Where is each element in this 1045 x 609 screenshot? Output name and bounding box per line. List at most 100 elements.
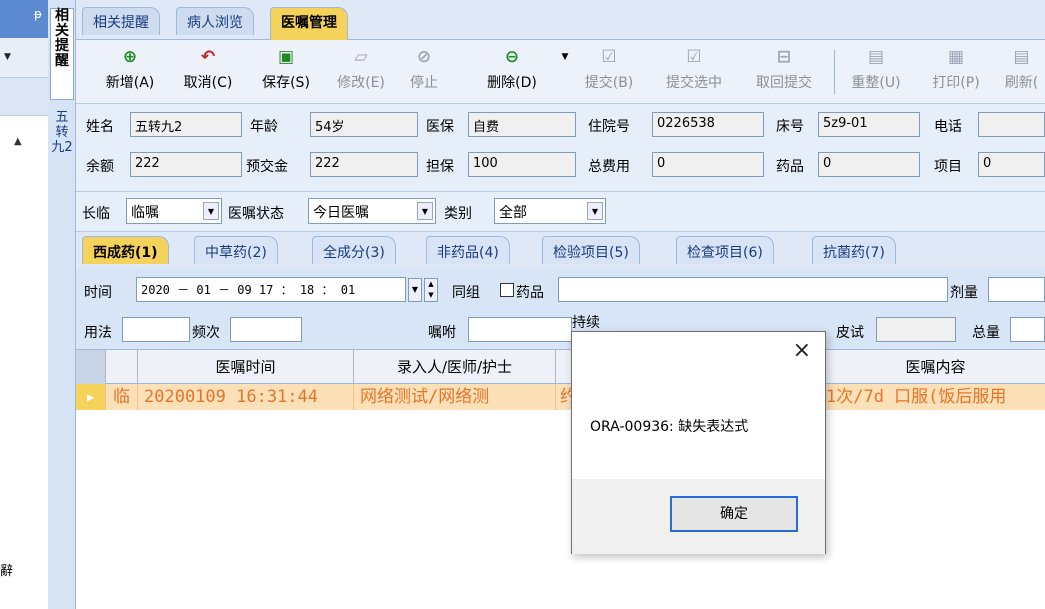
- pin-icon[interactable]: ᵽ: [34, 7, 42, 21]
- left-panel-header: ᵽ: [0, 0, 48, 38]
- grid-col-content[interactable]: 医嘱内容: [826, 350, 1045, 384]
- row-time: 20200109 16:31:44: [138, 384, 354, 410]
- stop-button[interactable]: ⊘ 停止: [402, 46, 446, 100]
- delete-dropdown-icon[interactable]: ▼: [558, 46, 572, 100]
- modify-button[interactable]: ▱ 修改(E): [328, 46, 394, 100]
- dose-input[interactable]: [988, 277, 1045, 302]
- vtab-reminders[interactable]: 相关提醒: [50, 8, 74, 100]
- bed-field[interactable]: 5z9-01: [818, 112, 920, 137]
- left-panel-text: 辭: [0, 564, 14, 579]
- freq-input[interactable]: [230, 317, 302, 342]
- drug-input[interactable]: [558, 277, 948, 302]
- skin-input[interactable]: [876, 317, 956, 342]
- grid-col-person[interactable]: 录入人/医师/护士: [354, 350, 556, 384]
- row-person: 网络测试/网络测: [354, 384, 556, 410]
- vtab-patient[interactable]: 五转九2: [50, 110, 74, 190]
- filter-bar: 长临 临嘱 ▼ 医嘱状态 今日医嘱 ▼ 类别 全部 ▼: [76, 192, 1045, 232]
- error-dialog: × ORA-00936: 缺失表达式 确定: [571, 331, 826, 554]
- delete-icon: ⊖: [504, 47, 520, 67]
- total-field[interactable]: 0: [652, 152, 764, 177]
- total-amount-input[interactable]: [1010, 317, 1045, 342]
- phone-field[interactable]: [978, 112, 1045, 137]
- drug-field[interactable]: 0: [818, 152, 920, 177]
- left-panel-dropdown[interactable]: ▼: [0, 38, 48, 78]
- subtab-antibiotic[interactable]: 抗菌药(7): [812, 236, 896, 264]
- new-button[interactable]: ⊕ 新增(A): [96, 46, 164, 100]
- balance-label: 余额: [86, 159, 114, 175]
- tab-orders[interactable]: 医嘱管理: [270, 7, 348, 40]
- category-label: 类别: [444, 206, 472, 222]
- instruct-input[interactable]: [468, 317, 572, 342]
- drug-check-label: 药品: [516, 285, 544, 301]
- inpatient-label: 住院号: [588, 119, 630, 135]
- undo-icon: ↶: [200, 47, 216, 67]
- chevron-down-icon: ▼: [417, 202, 433, 220]
- row-indicator-icon: ▶: [76, 384, 106, 410]
- delete-button[interactable]: ⊖ 删除(D): [476, 46, 548, 100]
- dropdown-arrow-icon[interactable]: ▼: [4, 52, 11, 62]
- grid-col-type: [106, 350, 138, 384]
- reorder-button[interactable]: ▤ 重整(U): [842, 46, 910, 100]
- total-amount-label: 总量: [972, 325, 1000, 341]
- time-label: 时间: [84, 285, 112, 301]
- subtab-lab[interactable]: 检验项目(5): [542, 236, 640, 264]
- time-spinner[interactable]: ▲ ▼: [424, 278, 438, 302]
- save-button[interactable]: ▣ 保存(S): [252, 46, 320, 100]
- table-row[interactable]: ▶ 临 20200109 16:31:44 网络测试/网络测 约 1次/7d 口…: [76, 384, 1045, 410]
- usage-input[interactable]: [122, 317, 190, 342]
- dialog-footer: 确定: [572, 479, 825, 554]
- ok-button[interactable]: 确定: [670, 496, 798, 532]
- insurance-field[interactable]: 自费: [468, 112, 576, 137]
- subtab-herbal[interactable]: 中草药(2): [194, 236, 278, 264]
- deposit-field[interactable]: 222: [310, 152, 418, 177]
- cancel-button[interactable]: ↶ 取消(C): [174, 46, 242, 100]
- time-dropdown-icon[interactable]: ▼: [408, 278, 422, 302]
- left-panel: ᵽ ▼ ▲ 辭: [0, 0, 48, 609]
- status-select[interactable]: 今日医嘱 ▼: [308, 198, 436, 224]
- submit-button[interactable]: ☑ 提交(B): [576, 46, 642, 100]
- sub-tabbar: 西成药(1) 中草药(2) 全成分(3) 非药品(4) 检验项目(5) 检查项目…: [76, 232, 1045, 268]
- print-button[interactable]: ▦ 打印(P): [922, 46, 990, 100]
- long-select[interactable]: 临嘱 ▼: [126, 198, 222, 224]
- item-field[interactable]: 0: [978, 152, 1045, 177]
- check-icon: ☑: [601, 47, 617, 67]
- chevron-down-icon: ▼: [203, 202, 219, 220]
- name-field[interactable]: 五转九2: [130, 112, 242, 137]
- left-panel-list[interactable]: ▲: [0, 116, 48, 609]
- long-label: 长临: [82, 206, 110, 222]
- phone-label: 电话: [934, 119, 962, 135]
- close-icon[interactable]: ×: [793, 338, 811, 363]
- save-icon: ▣: [277, 47, 295, 67]
- chevron-down-icon: ▼: [587, 202, 603, 220]
- row-content: 1次/7d 口服(饭后服用: [826, 387, 1007, 407]
- age-field[interactable]: 54岁: [310, 112, 418, 137]
- refresh-icon: ▤: [1013, 47, 1030, 67]
- total-label: 总费用: [588, 159, 630, 175]
- withdraw-icon: ⊟: [776, 47, 792, 67]
- guarantee-field[interactable]: 100: [468, 152, 576, 177]
- stop-icon: ⊘: [416, 47, 432, 67]
- grid-col-time[interactable]: 医嘱时间: [138, 350, 354, 384]
- refresh-button[interactable]: ▤ 刷新(: [998, 46, 1045, 100]
- check-icon: ☑: [686, 47, 702, 67]
- item-label: 项目: [934, 159, 962, 175]
- group-label: 同组: [452, 285, 480, 301]
- inpatient-field[interactable]: 0226538: [652, 112, 764, 137]
- time-field[interactable]: 2020 － 01 － 09 17 ： 18 ： 01: [136, 277, 406, 302]
- patient-info: 姓名 五转九2 年龄 54岁 医保 自费 住院号 0226538 床号 5z9-…: [76, 104, 1045, 192]
- subtab-nondrug[interactable]: 非药品(4): [426, 236, 510, 264]
- withdraw-button[interactable]: ⊟ 取回提交: [744, 46, 824, 100]
- submit-selected-button[interactable]: ☑ 提交选中: [654, 46, 734, 100]
- reorder-icon: ▤: [867, 47, 885, 67]
- scroll-up-icon[interactable]: ▲: [14, 136, 22, 147]
- subtab-components[interactable]: 全成分(3): [312, 236, 396, 264]
- category-select[interactable]: 全部 ▼: [494, 198, 606, 224]
- tab-patient-browse[interactable]: 病人浏览: [176, 7, 254, 35]
- subtab-exam[interactable]: 检查项目(6): [676, 236, 774, 264]
- drug-label: 药品: [776, 159, 804, 175]
- instruct-label: 嘱咐: [428, 325, 456, 341]
- tab-reminders[interactable]: 相关提醒: [82, 7, 160, 35]
- subtab-western[interactable]: 西成药(1): [82, 236, 169, 264]
- drug-checkbox[interactable]: [500, 283, 514, 297]
- balance-field[interactable]: 222: [130, 152, 242, 177]
